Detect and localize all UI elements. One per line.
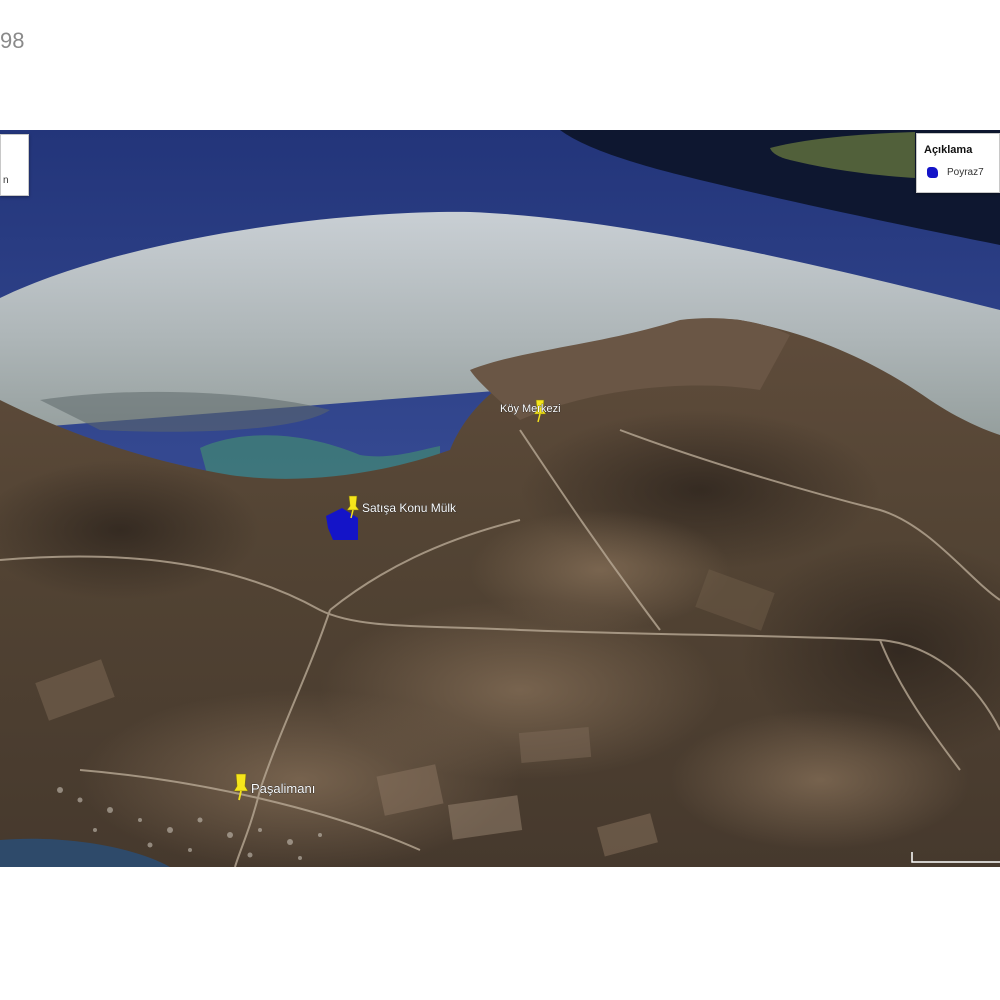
label-koy-merkezi: Köy Merkezi — [500, 403, 561, 415]
label-satisa-konu-mulk: Satışa Konu Mülk — [362, 501, 457, 515]
legend-swatch-icon — [927, 167, 938, 178]
legend-item-label: Poyraz7 — [947, 167, 984, 178]
map-control-panel[interactable]: n — [0, 134, 29, 196]
satellite-map-view[interactable]: Köy Merkezi Satışa Konu Mülk Paşalimanı … — [0, 130, 1000, 867]
panel-text: n — [3, 175, 9, 186]
page-number: 98 — [0, 28, 25, 53]
label-pasalimani: Paşalimanı — [251, 781, 315, 796]
map-legend: Açıklama Poyraz7 — [916, 133, 1000, 193]
legend-title: Açıklama — [924, 144, 973, 156]
